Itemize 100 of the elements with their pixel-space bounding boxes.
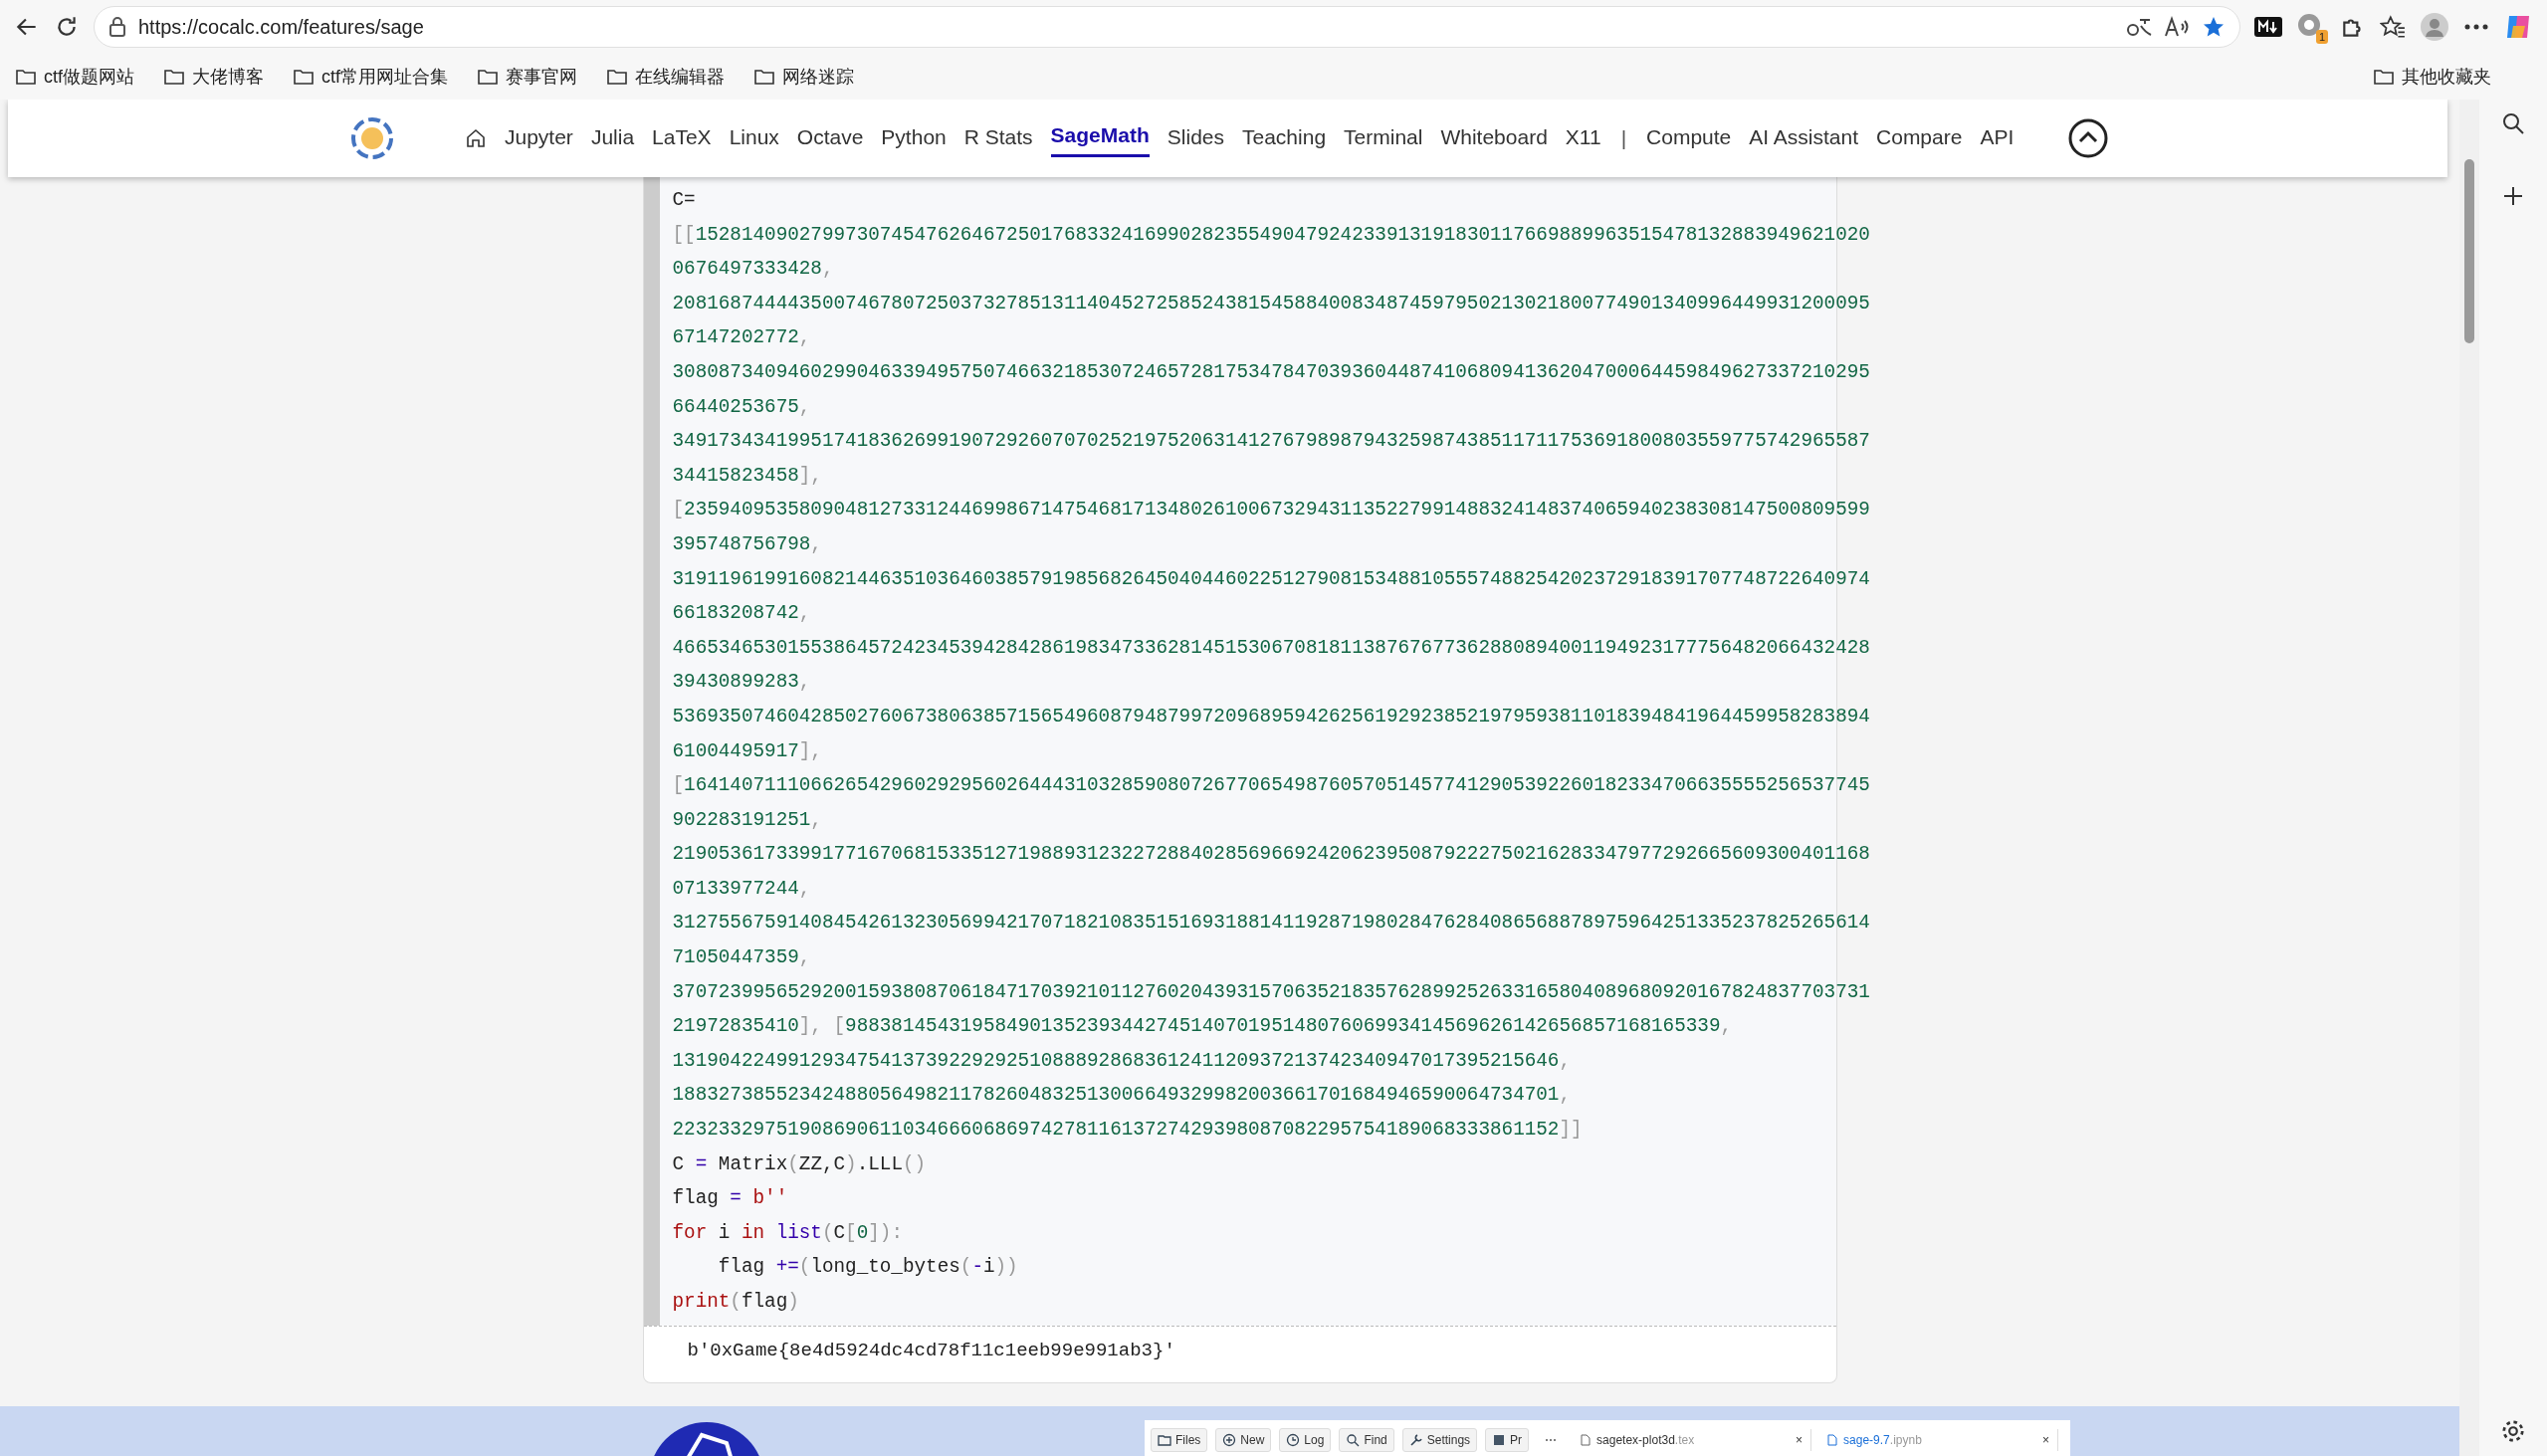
code-line: 31911961991608214463510364603857919856826450404460225127908153488105557488254202372918391707748722640974 — [672, 566, 1870, 592]
cell-output: b'0xGame{8e4d5924dc4cd78f11c1eeb99e991ab3}' — [643, 1325, 1836, 1383]
bookmark-link[interactable]: 在线编辑器 — [635, 63, 726, 91]
file-icon — [1581, 1434, 1592, 1446]
bookmark-link[interactable]: 网络迷踪 — [782, 63, 855, 91]
code-line: 13190422499129347541373922929251088892868361241120937213742340947017395215646, — [672, 1048, 1573, 1074]
bookmark-folder[interactable]: 其他收藏夹 — [2402, 63, 2491, 91]
nav-link[interactable]: Compare — [1876, 120, 1963, 156]
file-tab[interactable]: sagetex-plot3d.tex × — [1573, 1429, 1812, 1451]
settings-icon[interactable] — [2500, 1418, 2526, 1444]
folder-icon — [478, 68, 499, 86]
nav-link[interactable]: SageMath — [1050, 119, 1150, 157]
toolbar-button[interactable]: Settings — [1401, 1428, 1478, 1452]
search-icon — [1346, 1433, 1361, 1447]
folder-icon — [1158, 1433, 1171, 1447]
plus-icon — [1222, 1433, 1237, 1447]
bookmark-link[interactable]: ctf做题网站 — [44, 63, 134, 91]
code-line: 30808734094602990463394957507466321853072465728175347847039360448741068094136204700064459849627337210295 — [672, 359, 1870, 385]
nav-link[interactable]: LaTeX — [652, 120, 712, 156]
code-line: 61004495917], — [672, 738, 823, 764]
close-button[interactable]: × — [1796, 1431, 1804, 1449]
nav-link[interactable]: Terminal — [1344, 120, 1423, 156]
file-icon — [1827, 1434, 1838, 1446]
code-line: [1641407111066265429602929560264443103285908072677065498760570514577412905392260182334706635555256537745 — [672, 773, 1870, 799]
nav-link[interactable]: Compute — [1646, 120, 1732, 156]
translate-icon[interactable] — [2126, 16, 2152, 38]
code-line: 21905361733991771670681533512719889312322728840285696692420623950879222750216283347977292665609300401168 — [672, 842, 1870, 868]
nav-link[interactable]: Whiteboard — [1440, 120, 1548, 156]
toolbar-button[interactable]: Files — [1151, 1428, 1208, 1452]
code-line: C = Matrix(ZZ,C).LLL() — [672, 1151, 928, 1177]
code-line: 0676497333428, — [672, 257, 835, 283]
read-aloud-icon[interactable] — [2164, 16, 2190, 38]
nav-link[interactable]: R Stats — [963, 120, 1033, 156]
code-line: for i in list(C[0]): — [672, 1220, 904, 1246]
code-line: 66440253675, — [672, 394, 812, 420]
url-text: https://cocalc.com/features/sage — [138, 15, 424, 40]
more-icon[interactable] — [2463, 23, 2489, 31]
code-line: 39430899283, — [672, 670, 812, 696]
folder-icon — [607, 68, 628, 86]
bookmark-link[interactable]: ctf常用网址合集 — [321, 63, 449, 91]
code-line: 31275567591408454261323056994217071821083515169318814119287198028476284086568878975964251335237825265614 — [672, 911, 1870, 936]
folder-icon — [164, 68, 184, 86]
search-icon[interactable] — [2501, 111, 2525, 135]
toolbar-button[interactable]: Find — [1339, 1428, 1394, 1452]
nav-link[interactable]: Teaching — [1242, 120, 1327, 156]
toolbar-button[interactable]: Log — [1279, 1428, 1332, 1452]
markdown-icon[interactable] — [2254, 17, 2282, 37]
code-line: 902283191251, — [672, 807, 823, 833]
code-line: flag +=(long_to_bytes(-i)) — [717, 1255, 1019, 1281]
code-line: 22323329751908690611034666068697427811613727429398087082295754189068333861152]] — [672, 1118, 1584, 1144]
code-line: 395748756798, — [672, 531, 823, 557]
code-line: 21972835410], [9883814543195849013523934427451407019514807606993414569626142656857168165339, — [672, 1014, 1734, 1040]
address-bar[interactable]: https://cocalc.com/features/sage — [94, 6, 2240, 48]
code-line: [2359409535809048127331244699867147546817134802610067329431135227991488324148374065940238308147500809599 — [672, 498, 1870, 523]
bookmark-link[interactable]: 赛事官网 — [506, 63, 578, 91]
nav-link[interactable]: Python — [881, 120, 947, 156]
bookmark-link[interactable]: 大佬博客 — [192, 63, 264, 91]
code-line: 20816874444350074678072503732785131140452725852438154588400834874597950213021800774901340996449931200095 — [672, 291, 1870, 316]
code-line: flag = b'' — [672, 1186, 789, 1212]
nav-link[interactable]: AI Assistant — [1749, 120, 1859, 156]
code-line: [[152814090279973074547626467250176833241699028235549047924233913191830117669889963515478132883949621020 — [672, 222, 1870, 248]
lock-icon[interactable] — [108, 17, 126, 37]
star-icon[interactable] — [2202, 15, 2226, 39]
nav-link[interactable]: Jupyter — [505, 120, 573, 156]
close-button[interactable]: × — [2042, 1431, 2050, 1449]
nav-link[interactable]: API — [1980, 120, 2015, 156]
nav-link[interactable]: X11 — [1565, 120, 1601, 156]
file-tab[interactable]: sage-9.7.ipynb × — [1819, 1429, 2059, 1451]
code-line: C= — [672, 188, 697, 213]
code-line: 66183208742, — [672, 601, 812, 627]
more-button[interactable]: ⋯ — [1537, 1431, 1566, 1449]
clock-icon — [1286, 1433, 1301, 1447]
folder-icon — [2374, 68, 2394, 86]
scroll-top-button[interactable] — [2067, 117, 2110, 159]
wrench-icon — [1408, 1433, 1423, 1447]
profile-icon[interactable] — [2420, 12, 2449, 42]
logo-icon[interactable] — [349, 115, 395, 161]
folder-icon — [294, 68, 314, 86]
add-icon[interactable] — [2502, 185, 2524, 207]
code-line: 34917343419951741836269919072926070702521975206314127679898794325987438511711753691800803559775742965587 — [672, 429, 1870, 455]
nav-separator: | — [1620, 125, 1627, 152]
toolbar-button[interactable]: New — [1215, 1428, 1272, 1452]
code-line: 34415823458], — [672, 463, 823, 489]
code-line: 46653465301553864572423453942842861983473362814515306708181138767677362880894001194923177756482066432428 — [672, 635, 1870, 661]
favorites-icon[interactable] — [2380, 14, 2406, 40]
nav-link[interactable]: Slides — [1167, 120, 1224, 156]
nav-link[interactable]: Julia — [590, 120, 635, 156]
code-line: 37072399565292001593808706184717039210112760204393157063521835762899252633165804089680920167824837703731 — [672, 979, 1870, 1005]
code-line: print(flag) — [672, 1290, 800, 1315]
folder-icon — [16, 68, 36, 86]
toolbar-button[interactable]: Pr — [1485, 1428, 1530, 1452]
nav-link[interactable]: Octave — [796, 120, 864, 156]
code-line: 53693507460428502760673806385715654960879487997209689594262561929238521979593811018394841964459958283894 — [672, 704, 1870, 729]
nav-link[interactable]: Linux — [729, 120, 779, 156]
code-line: 71050447359, — [672, 945, 812, 971]
notification-badge: 1 — [2315, 30, 2328, 44]
code-line: 07133977244, — [672, 876, 812, 902]
scrollbar[interactable] — [2459, 100, 2479, 1456]
code-line: 18832738552342488056498211782604832513006649329982003661701684946590064734701, — [672, 1083, 1573, 1109]
folder-icon — [754, 68, 775, 86]
